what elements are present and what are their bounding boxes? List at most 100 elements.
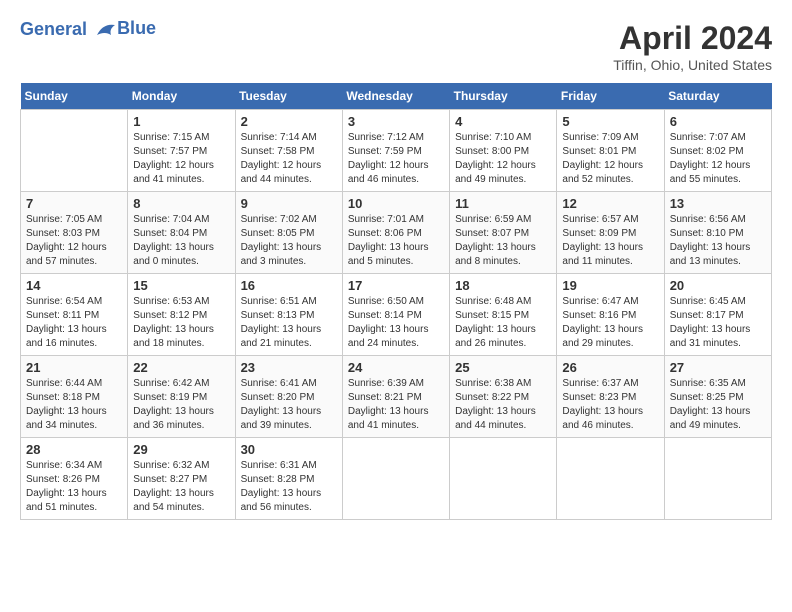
calendar-cell: 23 Sunrise: 6:41 AM Sunset: 8:20 PM Dayli…: [235, 356, 342, 438]
week-row-2: 7 Sunrise: 7:05 AM Sunset: 8:03 PM Daylig…: [21, 192, 772, 274]
calendar-cell: 5 Sunrise: 7:09 AM Sunset: 8:01 PM Daylig…: [557, 110, 664, 192]
header-row: SundayMondayTuesdayWednesdayThursdayFrid…: [21, 83, 772, 110]
calendar-cell: 15 Sunrise: 6:53 AM Sunset: 8:12 PM Dayli…: [128, 274, 235, 356]
calendar-cell: 12Sunrise: 6:57 AM Sunset: 8:09 PM Dayli…: [557, 192, 664, 274]
day-info: Sunrise: 6:48 AM Sunset: 8:15 PM Dayligh…: [455, 295, 551, 351]
calendar-cell: 30Sunrise: 6:31 AM Sunset: 8:28 PM Dayli…: [235, 438, 342, 520]
day-number: 1: [133, 114, 229, 129]
location: Tiffin, Ohio, United States: [613, 57, 772, 73]
calendar-cell: [664, 438, 771, 520]
calendar-cell: [557, 438, 664, 520]
day-info: Sunrise: 6:32 AM Sunset: 8:27 PM Dayligh…: [133, 459, 229, 515]
calendar-cell: 24 Sunrise: 6:39 AM Sunset: 8:21 PM Dayli…: [342, 356, 449, 438]
week-row-4: 21 Sunrise: 6:44 AM Sunset: 8:18 PM Dayli…: [21, 356, 772, 438]
calendar-table: SundayMondayTuesdayWednesdayThursdayFrid…: [20, 83, 772, 520]
day-number: 19: [562, 278, 658, 293]
calendar-cell: 4 Sunrise: 7:10 AM Sunset: 8:00 PM Daylig…: [450, 110, 557, 192]
logo: General Blue: [20, 20, 156, 40]
day-info: Sunrise: 6:35 AM Sunset: 8:25 PM Dayligh…: [670, 377, 766, 433]
calendar-cell: 6 Sunrise: 7:07 AM Sunset: 8:02 PM Daylig…: [664, 110, 771, 192]
day-info: Sunrise: 7:01 AM Sunset: 8:06 PM Dayligh…: [348, 213, 444, 269]
day-number: 15: [133, 278, 229, 293]
calendar-cell: 10Sunrise: 7:01 AM Sunset: 8:06 PM Dayli…: [342, 192, 449, 274]
week-row-3: 14Sunrise: 6:54 AM Sunset: 8:11 PM Dayli…: [21, 274, 772, 356]
calendar-cell: [450, 438, 557, 520]
week-row-5: 28Sunrise: 6:34 AM Sunset: 8:26 PM Dayli…: [21, 438, 772, 520]
day-info: Sunrise: 6:59 AM Sunset: 8:07 PM Dayligh…: [455, 213, 551, 269]
day-header-friday: Friday: [557, 83, 664, 110]
calendar-cell: 3 Sunrise: 7:12 AM Sunset: 7:59 PM Daylig…: [342, 110, 449, 192]
day-info: Sunrise: 6:38 AM Sunset: 8:22 PM Dayligh…: [455, 377, 551, 433]
day-info: Sunrise: 7:14 AM Sunset: 7:58 PM Dayligh…: [241, 131, 337, 187]
day-info: Sunrise: 6:41 AM Sunset: 8:20 PM Dayligh…: [241, 377, 337, 433]
day-header-thursday: Thursday: [450, 83, 557, 110]
logo-blue-text: Blue: [117, 18, 156, 38]
calendar-cell: 20Sunrise: 6:45 AM Sunset: 8:17 PM Dayli…: [664, 274, 771, 356]
day-number: 13: [670, 196, 766, 211]
day-number: 9: [241, 196, 337, 211]
day-info: Sunrise: 7:09 AM Sunset: 8:01 PM Dayligh…: [562, 131, 658, 187]
day-number: 5: [562, 114, 658, 129]
calendar-cell: 11Sunrise: 6:59 AM Sunset: 8:07 PM Dayli…: [450, 192, 557, 274]
day-number: 17: [348, 278, 444, 293]
day-info: Sunrise: 6:54 AM Sunset: 8:11 PM Dayligh…: [26, 295, 122, 351]
day-info: Sunrise: 7:04 AM Sunset: 8:04 PM Dayligh…: [133, 213, 229, 269]
day-info: Sunrise: 7:07 AM Sunset: 8:02 PM Dayligh…: [670, 131, 766, 187]
day-info: Sunrise: 6:50 AM Sunset: 8:14 PM Dayligh…: [348, 295, 444, 351]
day-info: Sunrise: 6:31 AM Sunset: 8:28 PM Dayligh…: [241, 459, 337, 515]
calendar-cell: 14Sunrise: 6:54 AM Sunset: 8:11 PM Dayli…: [21, 274, 128, 356]
day-info: Sunrise: 6:42 AM Sunset: 8:19 PM Dayligh…: [133, 377, 229, 433]
day-number: 20: [670, 278, 766, 293]
day-info: Sunrise: 7:12 AM Sunset: 7:59 PM Dayligh…: [348, 131, 444, 187]
day-number: 28: [26, 442, 122, 457]
day-number: 4: [455, 114, 551, 129]
calendar-cell: 8 Sunrise: 7:04 AM Sunset: 8:04 PM Daylig…: [128, 192, 235, 274]
title-block: April 2024 Tiffin, Ohio, United States: [613, 20, 772, 73]
day-header-monday: Monday: [128, 83, 235, 110]
day-info: Sunrise: 6:51 AM Sunset: 8:13 PM Dayligh…: [241, 295, 337, 351]
day-number: 27: [670, 360, 766, 375]
calendar-cell: 25 Sunrise: 6:38 AM Sunset: 8:22 PM Dayli…: [450, 356, 557, 438]
day-number: 3: [348, 114, 444, 129]
day-info: Sunrise: 6:57 AM Sunset: 8:09 PM Dayligh…: [562, 213, 658, 269]
calendar-cell: 29Sunrise: 6:32 AM Sunset: 8:27 PM Dayli…: [128, 438, 235, 520]
day-info: Sunrise: 6:53 AM Sunset: 8:12 PM Dayligh…: [133, 295, 229, 351]
calendar-cell: 22 Sunrise: 6:42 AM Sunset: 8:19 PM Dayli…: [128, 356, 235, 438]
calendar-cell: 13Sunrise: 6:56 AM Sunset: 8:10 PM Dayli…: [664, 192, 771, 274]
day-info: Sunrise: 7:10 AM Sunset: 8:00 PM Dayligh…: [455, 131, 551, 187]
day-info: Sunrise: 7:05 AM Sunset: 8:03 PM Dayligh…: [26, 213, 122, 269]
day-number: 21: [26, 360, 122, 375]
calendar-cell: 18 Sunrise: 6:48 AM Sunset: 8:15 PM Dayli…: [450, 274, 557, 356]
calendar-cell: [342, 438, 449, 520]
day-number: 18: [455, 278, 551, 293]
day-number: 24: [348, 360, 444, 375]
calendar-cell: 9 Sunrise: 7:02 AM Sunset: 8:05 PM Daylig…: [235, 192, 342, 274]
day-info: Sunrise: 6:39 AM Sunset: 8:21 PM Dayligh…: [348, 377, 444, 433]
day-number: 16: [241, 278, 337, 293]
calendar-cell: 1 Sunrise: 7:15 AM Sunset: 7:57 PM Daylig…: [128, 110, 235, 192]
calendar-cell: 26 Sunrise: 6:37 AM Sunset: 8:23 PM Dayli…: [557, 356, 664, 438]
logo-blue: Blue: [117, 19, 156, 39]
calendar-cell: 17 Sunrise: 6:50 AM Sunset: 8:14 PM Dayli…: [342, 274, 449, 356]
day-info: Sunrise: 6:47 AM Sunset: 8:16 PM Dayligh…: [562, 295, 658, 351]
day-header-sunday: Sunday: [21, 83, 128, 110]
day-number: 22: [133, 360, 229, 375]
day-number: 8: [133, 196, 229, 211]
calendar-cell: 2Sunrise: 7:14 AM Sunset: 7:58 PM Daylig…: [235, 110, 342, 192]
day-info: Sunrise: 7:02 AM Sunset: 8:05 PM Dayligh…: [241, 213, 337, 269]
day-number: 23: [241, 360, 337, 375]
logo-general: General: [20, 19, 87, 39]
logo-text: General: [20, 20, 117, 40]
calendar-cell: 27 Sunrise: 6:35 AM Sunset: 8:25 PM Dayli…: [664, 356, 771, 438]
day-info: Sunrise: 6:44 AM Sunset: 8:18 PM Dayligh…: [26, 377, 122, 433]
day-header-wednesday: Wednesday: [342, 83, 449, 110]
page-header: General Blue April 2024 Tiffin, Ohio, Un…: [20, 20, 772, 73]
day-header-tuesday: Tuesday: [235, 83, 342, 110]
day-info: Sunrise: 6:37 AM Sunset: 8:23 PM Dayligh…: [562, 377, 658, 433]
day-number: 25: [455, 360, 551, 375]
day-info: Sunrise: 7:15 AM Sunset: 7:57 PM Dayligh…: [133, 131, 229, 187]
day-number: 26: [562, 360, 658, 375]
day-number: 7: [26, 196, 122, 211]
day-number: 6: [670, 114, 766, 129]
day-header-saturday: Saturday: [664, 83, 771, 110]
